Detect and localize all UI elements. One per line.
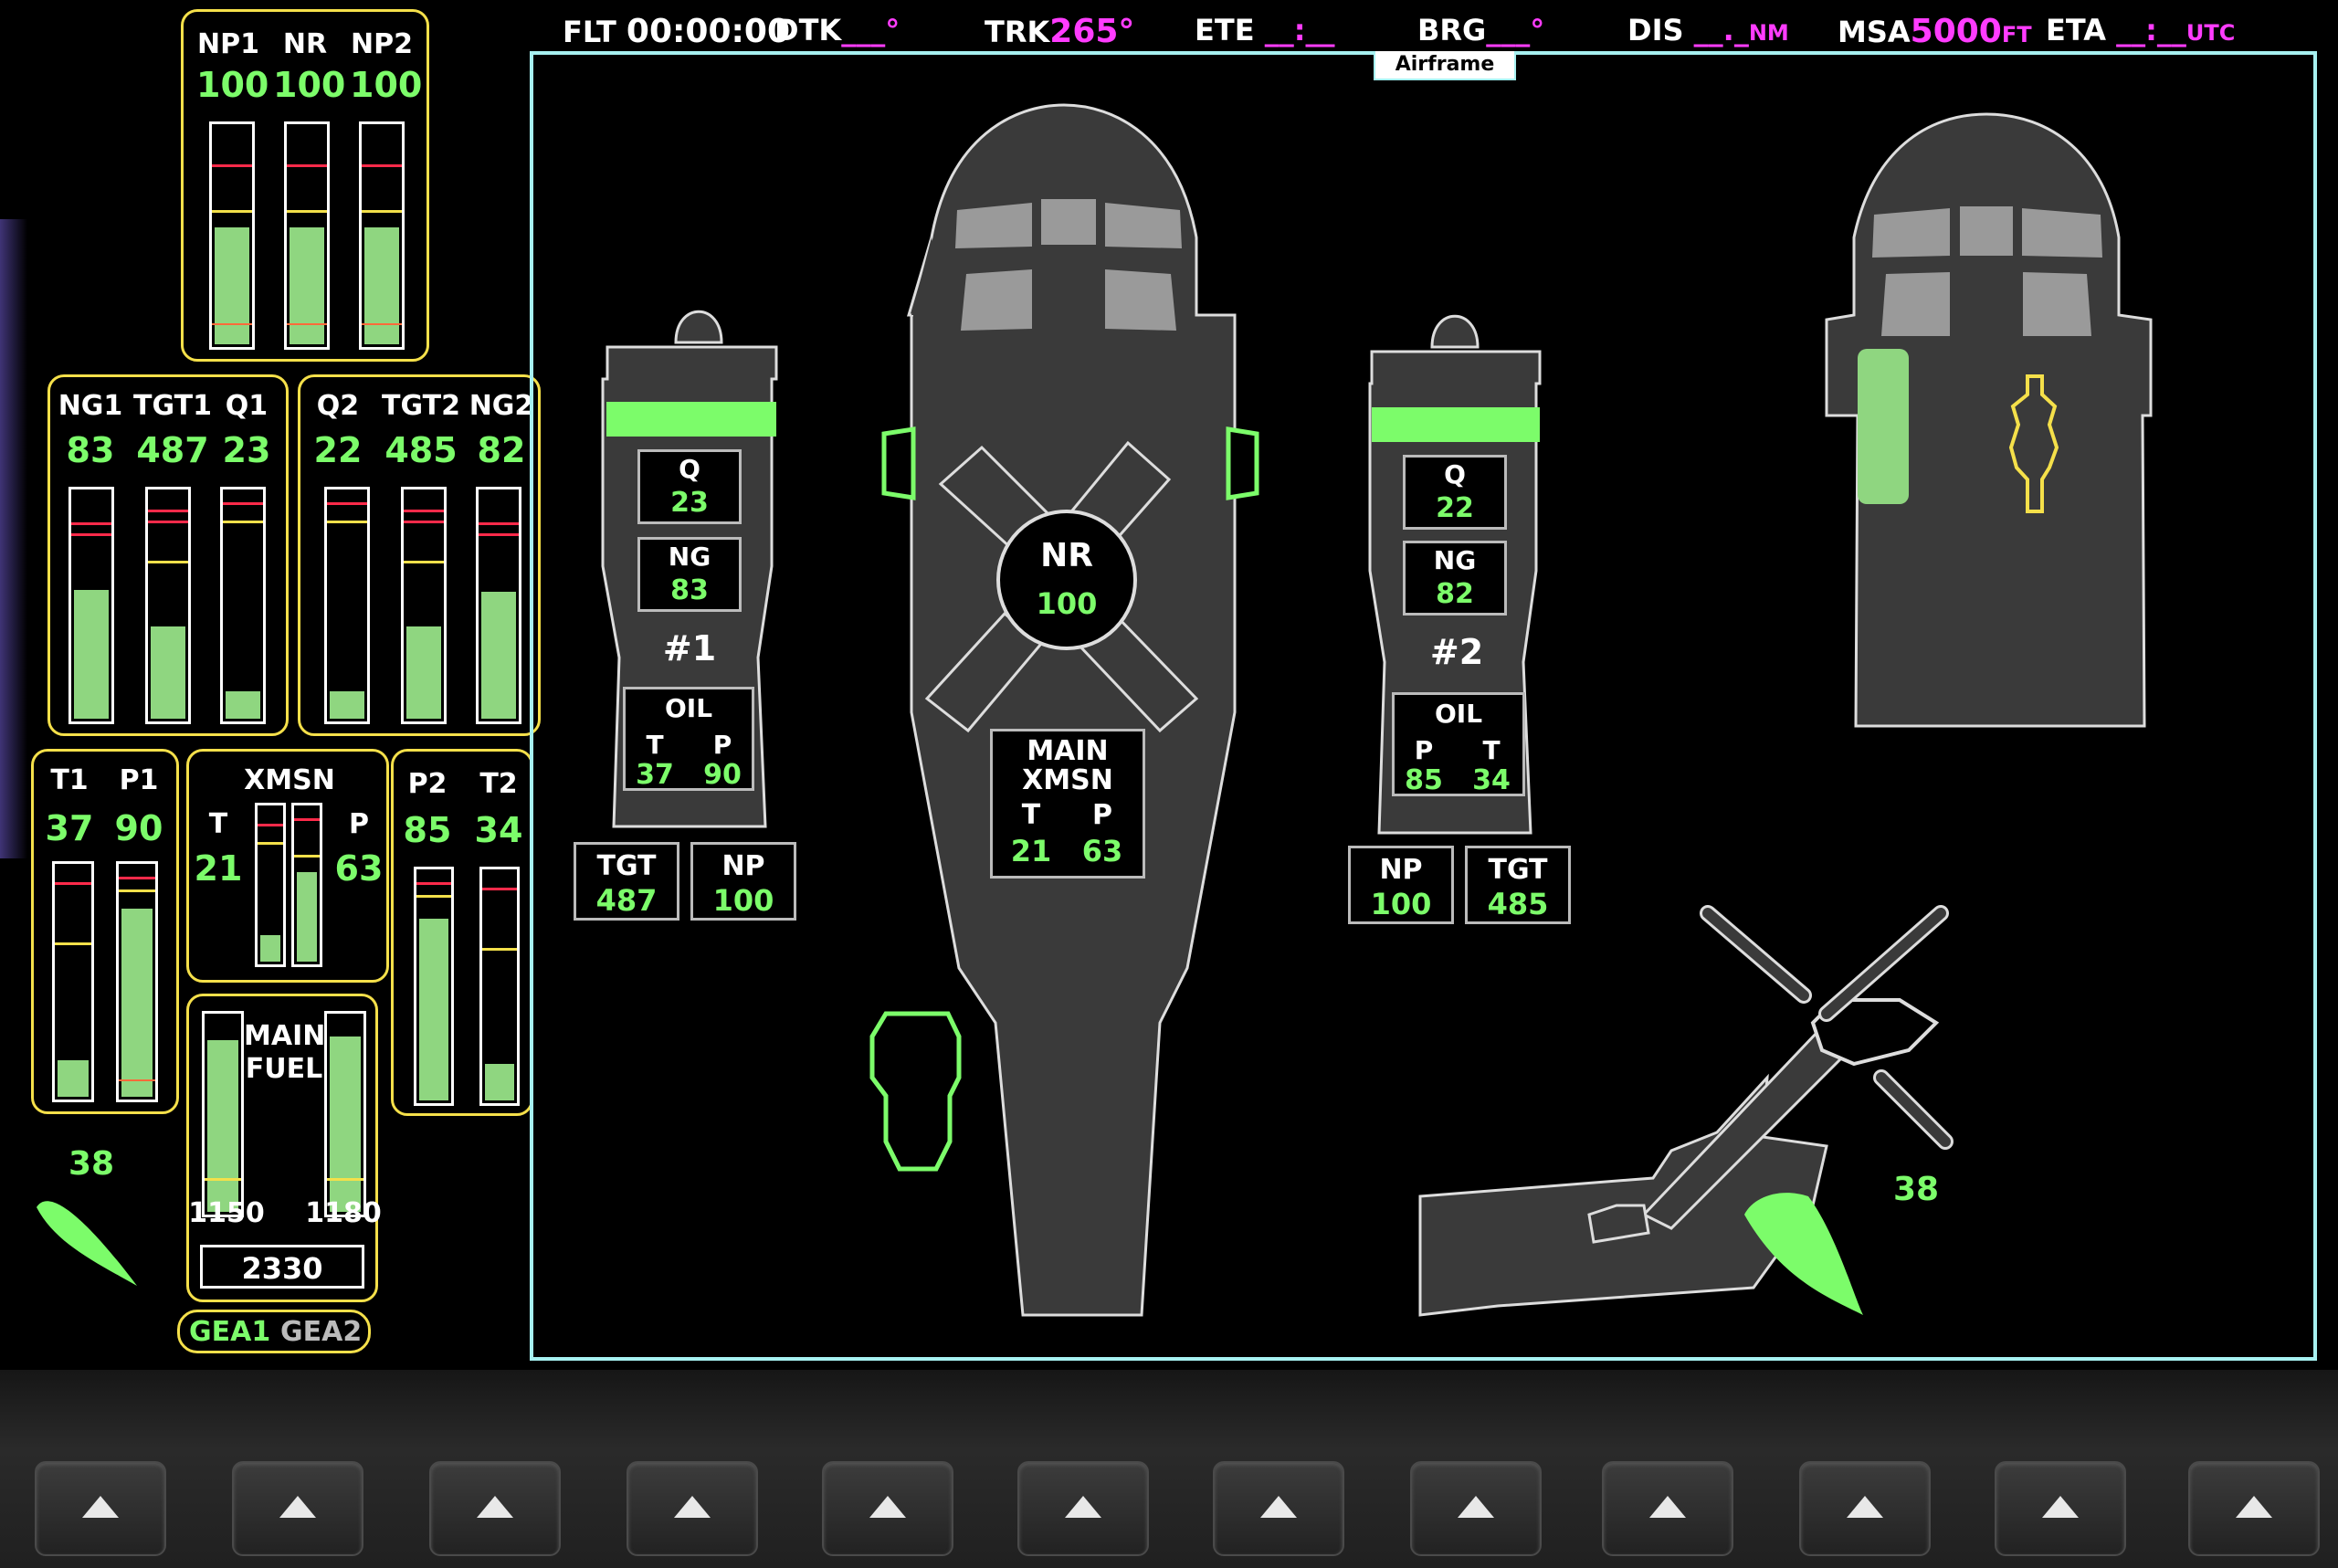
engine2-oil-label: OIL [1434,699,1483,729]
softkey-10[interactable] [1799,1461,1931,1556]
softkey-up-arrow-icon [477,1496,513,1518]
engine2-q-label: Q [1444,459,1466,489]
right-pitch-value: 38 [1892,1171,1940,1208]
main-xmsn-line2: XMSN [1022,764,1113,796]
engine1-oil-label: OIL [664,693,713,723]
engine1-name: #1 [662,628,717,668]
engine2-np-label: NP [1379,854,1423,886]
engine1-oil-p-label: P [712,730,732,760]
softkey-8[interactable] [1410,1461,1542,1556]
display-stage: FLT 00:00:00 DTK___° TRK265° ETE __:__ B… [0,0,2338,1568]
engine1-np-box: NP 100 [690,842,796,921]
engine1-oil-box: OIL T P 37 90 [623,687,754,791]
engine2-oil-p-label: P [1414,735,1434,765]
engine1-np-value: 100 [712,883,774,918]
engine2-tgt-box: TGT 485 [1465,846,1571,924]
softkey-6[interactable] [1017,1461,1149,1556]
engine1-np-label: NP [721,850,765,882]
engine2-np-box: NP 100 [1348,846,1454,924]
softkey-up-arrow-icon [1649,1496,1686,1518]
engine1-ng-box: NG 83 [637,537,742,612]
main-xmsn-p-value: 63 [1081,834,1123,868]
engine1-oil-t-value: 37 [636,759,674,791]
hub-nr-value: 100 [1036,586,1098,621]
softkey-2[interactable] [232,1461,363,1556]
tilted-helicopter-icon [1418,905,1954,1317]
engine1-oil-p-value: 90 [703,759,742,791]
main-xmsn-line1: MAIN [1027,735,1109,767]
small-fuselage-icon [869,1011,962,1172]
softkey-12[interactable] [2188,1461,2320,1556]
softkey-3[interactable] [429,1461,561,1556]
engine1-q-box: Q 23 [637,449,742,524]
softkey-up-arrow-icon [1458,1496,1494,1518]
engine2-np-value: 100 [1370,887,1432,921]
softkey-up-arrow-icon [82,1496,119,1518]
engine2-name: #2 [1429,632,1484,672]
softkey-9[interactable] [1602,1461,1733,1556]
softkey-up-arrow-icon [1847,1496,1883,1518]
main-xmsn-t-value: 21 [1010,834,1052,868]
softkey-up-arrow-icon [674,1496,711,1518]
engine2-ng-value: 82 [1436,578,1474,610]
engine2-oil-box: OIL P T 85 34 [1392,692,1525,796]
engine2-ng-box: NG 82 [1403,541,1507,616]
main-xmsn-p-label: P [1092,799,1112,831]
engine1-tgt-box: TGT 487 [574,842,679,921]
engine1-ng-value: 83 [670,574,709,606]
engine2-tgt-label: TGT [1488,854,1548,886]
side-door-indicator [1858,349,1909,504]
engine1-q-value: 23 [670,487,709,519]
engine2-oil-p-value: 85 [1405,764,1443,796]
engine1-tgt-value: 487 [595,883,658,918]
softkey-up-arrow-icon [2236,1496,2272,1518]
engine1-oil-t-label: T [646,730,664,760]
softkey-7[interactable] [1213,1461,1344,1556]
softkey-up-arrow-icon [279,1496,316,1518]
main-xmsn-box: MAIN XMSN T P 21 63 [990,729,1145,879]
engine1-ng-label: NG [668,542,711,572]
softkey-up-arrow-icon [2042,1496,2079,1518]
hub-nr-label: NR [1040,537,1093,574]
engine2-q-value: 22 [1436,492,1474,524]
engine2-oil-t-value: 34 [1472,764,1511,796]
engine2-q-box: Q 22 [1403,455,1507,530]
softkey-up-arrow-icon [1260,1496,1297,1518]
engine2-ng-label: NG [1433,545,1477,575]
softkey-5[interactable] [822,1461,953,1556]
engine2-oil-t-label: T [1482,735,1501,765]
engine1-tgt-label: TGT [596,850,657,882]
softkey-11[interactable] [1995,1461,2126,1556]
softkey-1[interactable] [35,1461,166,1556]
airframe-drawing [601,103,2153,1317]
mfd-screen: FLT 00:00:00 DTK___° TRK265° ETE __:__ B… [0,0,2338,1370]
engine1-q-label: Q [679,454,700,484]
softkey-up-arrow-icon [1065,1496,1101,1518]
fuselage-side-view [1825,112,2153,728]
softkey-4[interactable] [627,1461,758,1556]
engine2-tgt-value: 485 [1487,887,1549,921]
main-xmsn-t-label: T [1021,799,1041,831]
softkey-up-arrow-icon [869,1496,906,1518]
